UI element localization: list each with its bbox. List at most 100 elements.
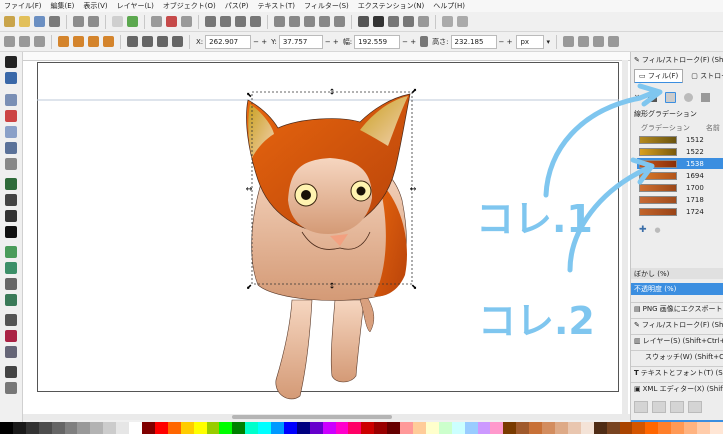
scale-handle-bottom-left[interactable]: ⬋ xyxy=(246,283,252,291)
palette-swatch[interactable] xyxy=(684,422,697,434)
palette-swatch[interactable] xyxy=(25,422,39,434)
palette-swatch[interactable] xyxy=(464,422,478,434)
palette-swatch[interactable] xyxy=(322,422,336,434)
palette-swatch[interactable] xyxy=(309,422,323,434)
palette-swatch[interactable] xyxy=(90,422,104,434)
palette-swatch[interactable] xyxy=(671,422,685,434)
gradient-row[interactable]: 1700 xyxy=(637,182,723,193)
dock-button-1-icon[interactable] xyxy=(634,401,648,413)
palette-swatch[interactable] xyxy=(141,422,155,434)
palette-swatch[interactable] xyxy=(180,422,194,434)
palette-swatch[interactable] xyxy=(709,422,723,434)
palette-swatch[interactable] xyxy=(632,422,646,434)
palette-swatch[interactable] xyxy=(283,422,297,434)
gradient-row[interactable]: 1538 xyxy=(637,158,723,169)
cat-left-pupil xyxy=(301,190,311,200)
pattern-icon[interactable] xyxy=(700,92,710,102)
remove-gradient-icon[interactable]: ● xyxy=(655,226,661,234)
gradient-row[interactable]: 1724 xyxy=(637,206,723,217)
gradient-row[interactable]: 1694 xyxy=(637,170,723,181)
palette-swatch[interactable] xyxy=(658,422,672,434)
palette-swatch[interactable] xyxy=(232,422,246,434)
palette-swatch[interactable] xyxy=(490,422,504,434)
export-png-icon: ▤ xyxy=(634,305,641,313)
scale-handle-bottom[interactable]: ↕ xyxy=(329,282,336,291)
scale-handle-top-right[interactable]: ⬈ xyxy=(411,87,417,95)
palette-swatch[interactable] xyxy=(645,422,659,434)
add-gradient-icon[interactable]: ✚ xyxy=(639,225,647,235)
gradient-swatch xyxy=(639,135,677,144)
palette-swatch[interactable] xyxy=(51,422,65,434)
palette-swatch[interactable] xyxy=(361,422,375,434)
palette-swatch[interactable] xyxy=(477,422,491,434)
gradient-row[interactable]: 1718 xyxy=(637,194,723,205)
palette-swatch[interactable] xyxy=(154,422,168,434)
palette-swatch[interactable] xyxy=(696,422,710,434)
palette-swatch[interactable] xyxy=(503,422,517,434)
palette-swatch[interactable] xyxy=(348,422,362,434)
palette-swatch[interactable] xyxy=(400,422,413,434)
gradient-swatch xyxy=(639,171,677,180)
opacity-label[interactable]: 不透明度 (%) xyxy=(631,283,723,295)
flat-color-icon[interactable] xyxy=(647,92,657,102)
tab-stroke[interactable]: ▢ ストロー xyxy=(689,70,723,82)
panel-text-font[interactable]: Tテキストとフォント(T) (Shift+ xyxy=(631,366,723,379)
palette-swatch[interactable] xyxy=(296,422,310,434)
palette-swatch[interactable] xyxy=(129,422,142,434)
radial-gradient-icon[interactable] xyxy=(683,92,693,102)
palette-swatch[interactable] xyxy=(0,422,13,434)
palette-swatch[interactable] xyxy=(103,422,117,434)
cat-illustration[interactable]: ⬉ ↕ ⬈ ↔ ↔ ⬋ ↕ ⬊ xyxy=(0,0,723,434)
panel-swatches[interactable]: スウォッチ(W) (Shift+Ctrl+W xyxy=(631,350,723,363)
panel-png-export[interactable]: ▤PNG 画像にエクスポート(E) ( xyxy=(631,302,723,315)
no-paint-icon[interactable]: × xyxy=(634,93,640,101)
cat-front-leg-left xyxy=(275,299,313,400)
tab-fill[interactable]: ▭ フィル(F) xyxy=(634,69,684,83)
palette-swatch[interactable] xyxy=(606,422,620,434)
linear-gradient-icon[interactable] xyxy=(664,91,676,103)
dock-button-4-icon[interactable] xyxy=(688,401,702,413)
dock-button-3-icon[interactable] xyxy=(670,401,684,413)
palette-swatch[interactable] xyxy=(77,422,91,434)
palette-swatch[interactable] xyxy=(258,422,272,434)
palette-swatch[interactable] xyxy=(451,422,465,434)
palette-swatch[interactable] xyxy=(554,422,568,434)
palette-swatch[interactable] xyxy=(12,422,26,434)
palette-swatch[interactable] xyxy=(425,422,439,434)
scale-handle-left[interactable]: ↔ xyxy=(246,185,253,194)
palette-swatch[interactable] xyxy=(438,422,452,434)
palette-swatch[interactable] xyxy=(64,422,78,434)
palette-swatch[interactable] xyxy=(38,422,52,434)
scale-handle-right[interactable]: ↔ xyxy=(410,185,417,194)
palette-swatch[interactable] xyxy=(206,422,220,434)
palette-swatch[interactable] xyxy=(374,422,388,434)
palette-swatch[interactable] xyxy=(167,422,181,434)
palette-swatch[interactable] xyxy=(193,422,207,434)
panel-xml-editor[interactable]: ▣XML エディター(X) (Shift+Ctrl xyxy=(631,382,723,395)
palette-swatch[interactable] xyxy=(116,422,130,434)
palette-swatch[interactable] xyxy=(580,422,594,434)
palette-swatch[interactable] xyxy=(245,422,259,434)
palette-swatch[interactable] xyxy=(542,422,555,434)
gradient-list-header: グラデーション 名前 xyxy=(631,122,723,134)
palette-swatch[interactable] xyxy=(516,422,530,434)
panel-fill-stroke[interactable]: ✎フィル/ストローク(F) (Shift+C xyxy=(631,318,723,331)
gradient-name: 1694 xyxy=(686,171,704,180)
palette-swatch[interactable] xyxy=(387,422,401,434)
palette-swatch[interactable] xyxy=(593,422,607,434)
palette-swatch[interactable] xyxy=(413,422,426,434)
panel-layers[interactable]: ▥レイヤー(S) (Shift+Ctrl+L) xyxy=(631,334,723,347)
scale-handle-top-left[interactable]: ⬉ xyxy=(246,91,252,99)
gradient-row[interactable]: 1512 xyxy=(637,134,723,145)
dock-button-2-icon[interactable] xyxy=(652,401,666,413)
palette-swatch[interactable] xyxy=(335,422,349,434)
palette-swatch[interactable] xyxy=(567,422,581,434)
palette-swatch[interactable] xyxy=(271,422,284,434)
scale-handle-bottom-right[interactable]: ⬊ xyxy=(411,283,417,291)
palette-swatch[interactable] xyxy=(219,422,233,434)
gradient-name: 1718 xyxy=(686,195,704,204)
scale-handle-top[interactable]: ↕ xyxy=(329,88,336,97)
gradient-row[interactable]: 1522 xyxy=(637,146,723,157)
palette-swatch[interactable] xyxy=(619,422,633,434)
palette-swatch[interactable] xyxy=(529,422,543,434)
